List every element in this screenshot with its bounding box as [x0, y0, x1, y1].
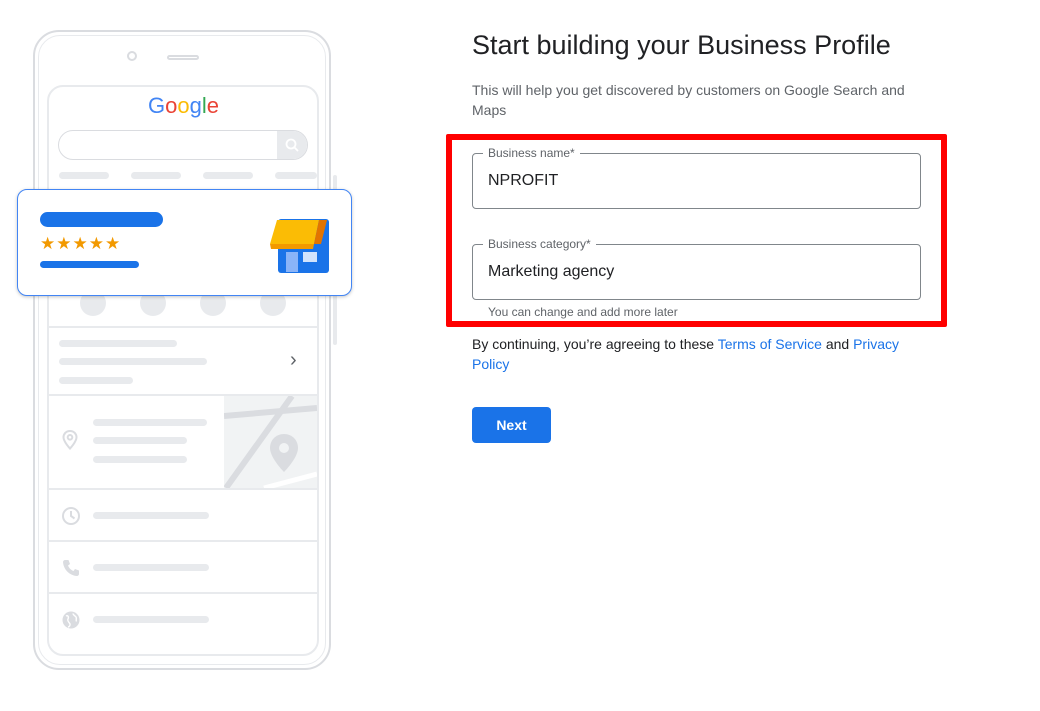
- chevron-right-icon: ›: [290, 349, 297, 371]
- clock-icon: [61, 506, 81, 531]
- terms-prefix: By continuing, you’re agreeing to these: [472, 336, 718, 352]
- divider: [49, 326, 317, 328]
- illustration-text-line: [93, 616, 209, 623]
- illustration-text-line: [59, 358, 207, 365]
- page-title: Start building your Business Profile: [472, 30, 891, 60]
- globe-icon: [61, 610, 81, 635]
- google-logo: Google: [148, 93, 219, 119]
- search-icon: [277, 131, 307, 159]
- illustration-text-line: [59, 377, 133, 384]
- google-logo-letter: o: [165, 93, 178, 118]
- storefront-icon: [269, 214, 331, 279]
- rating-stars: ★★★★★: [40, 234, 122, 253]
- illustration-tab-line: [203, 172, 253, 179]
- divider: [49, 592, 317, 594]
- illustration-text-line: [59, 340, 177, 347]
- business-detail-bar: [40, 261, 139, 268]
- google-logo-letter: o: [177, 93, 190, 118]
- highlight-box: [446, 134, 947, 327]
- illustration-text-line: [93, 564, 209, 571]
- terms-text: By continuing, you’re agreeing to these …: [472, 334, 922, 374]
- business-card-illustration: ★★★★★: [17, 189, 352, 296]
- illustration-text-line: [93, 512, 209, 519]
- illustration-search-bar: [58, 130, 308, 160]
- illustration-tab-line: [275, 172, 317, 179]
- divider: [49, 488, 317, 490]
- phone-icon: [61, 558, 81, 583]
- google-logo-text: Google: [148, 93, 219, 118]
- illustration-tab-line: [131, 172, 181, 179]
- illustration-tab-line: [59, 172, 109, 179]
- illustration-text-line: [93, 456, 187, 463]
- location-pin-icon: [62, 429, 78, 455]
- phone-speaker: [167, 55, 199, 60]
- google-logo-letter: G: [148, 93, 166, 118]
- google-logo-letter: e: [206, 93, 220, 118]
- terms-and: and: [821, 336, 854, 352]
- phone-camera: [127, 51, 137, 61]
- illustration-text-line: [93, 437, 187, 444]
- illustration-text-line: [93, 419, 207, 426]
- terms-of-service-link[interactable]: Terms of Service: [718, 336, 822, 352]
- divider: [49, 540, 317, 542]
- map-thumbnail: [224, 396, 317, 488]
- next-button[interactable]: Next: [472, 407, 551, 443]
- page-subtitle: This will help you get discovered by cus…: [472, 82, 905, 118]
- business-name-bar: [40, 212, 163, 227]
- google-logo-letter: g: [189, 93, 202, 118]
